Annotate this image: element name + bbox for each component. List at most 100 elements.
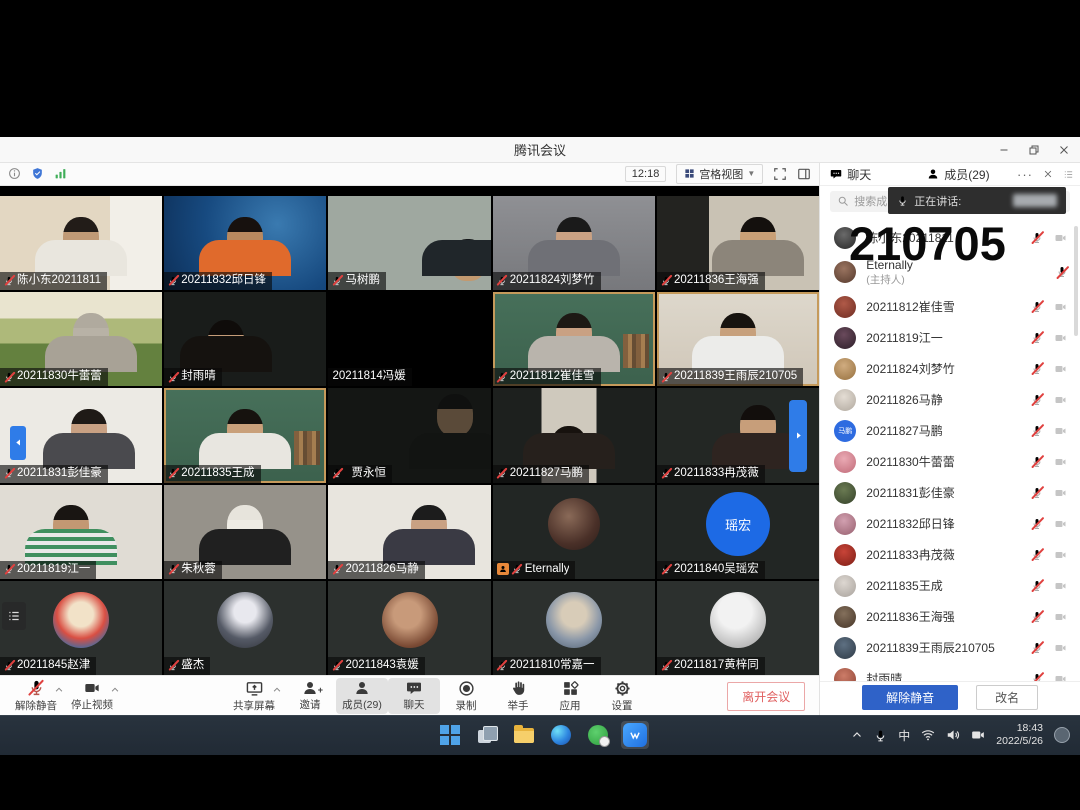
- mic-muted-icon[interactable]: [1031, 610, 1043, 624]
- video-tile-speaking[interactable]: 20211812崔佳雪: [493, 292, 655, 386]
- wechat-button[interactable]: [584, 721, 612, 749]
- camera-icon[interactable]: [1053, 456, 1068, 468]
- restore-icon[interactable]: [1028, 144, 1040, 156]
- camera-icon[interactable]: [1053, 673, 1068, 682]
- tab-chat[interactable]: 聊天: [830, 166, 871, 183]
- video-tile[interactable]: 陈小东20211811: [0, 196, 162, 290]
- video-tile[interactable]: 贾永恒: [328, 388, 490, 482]
- mic-muted-icon[interactable]: [1031, 579, 1043, 593]
- start-button[interactable]: [436, 721, 464, 749]
- member-row[interactable]: 20211824刘梦竹: [820, 353, 1080, 384]
- mic-muted-icon[interactable]: [1031, 362, 1043, 376]
- network-signal-icon[interactable]: [54, 167, 67, 180]
- tencent-meeting-app-button[interactable]: [621, 721, 649, 749]
- share-screen-button[interactable]: 共享屏幕: [228, 678, 280, 715]
- camera-icon[interactable]: [1053, 518, 1068, 530]
- video-tile[interactable]: 20211827马鹏: [493, 388, 655, 482]
- view-mode-selector[interactable]: 宫格视图 ▼: [676, 164, 763, 184]
- video-tile[interactable]: 20211817黄梓同: [657, 581, 819, 675]
- unmute-button[interactable]: 解除静音: [10, 677, 62, 715]
- camera-icon[interactable]: [1053, 232, 1068, 244]
- camera-icon[interactable]: [1053, 487, 1068, 499]
- mic-muted-icon[interactable]: [1031, 641, 1043, 655]
- mic-muted-icon[interactable]: [1031, 672, 1043, 682]
- wifi-icon[interactable]: [921, 728, 935, 742]
- member-row[interactable]: 20211832邱日锋: [820, 508, 1080, 539]
- more-options-icon[interactable]: ···: [1017, 167, 1033, 182]
- video-tile[interactable]: 20211832邱日锋: [164, 196, 326, 290]
- video-tile[interactable]: 20211819江一: [0, 485, 162, 579]
- camera-icon[interactable]: [1053, 642, 1068, 654]
- camera-icon[interactable]: [1053, 332, 1068, 344]
- mic-muted-icon[interactable]: [1031, 300, 1043, 314]
- member-row[interactable]: 封雨晴: [820, 663, 1080, 681]
- member-row[interactable]: 20211819江一: [820, 322, 1080, 353]
- chat-button[interactable]: 聊天: [388, 678, 440, 714]
- next-page-arrow[interactable]: [789, 400, 807, 472]
- scrollbar-thumb[interactable]: [1074, 226, 1078, 336]
- video-tile[interactable]: 朱秋蓉: [164, 485, 326, 579]
- member-row[interactable]: 20211812崔佳雪: [820, 291, 1080, 322]
- meeting-info-icon[interactable]: [8, 167, 21, 180]
- rename-button[interactable]: 改名: [976, 685, 1038, 710]
- unmute-all-button[interactable]: 解除静音: [862, 685, 958, 710]
- mic-muted-icon[interactable]: [1031, 331, 1043, 345]
- member-row[interactable]: 20211836王海强: [820, 601, 1080, 632]
- camera-icon[interactable]: [1053, 549, 1068, 561]
- camera-icon[interactable]: [1053, 611, 1068, 623]
- tray-camera-icon[interactable]: [971, 728, 985, 742]
- camera-icon[interactable]: [1053, 580, 1068, 592]
- mic-muted-icon[interactable]: [1031, 424, 1043, 438]
- mic-muted-icon[interactable]: [1031, 486, 1043, 500]
- close-panel-icon[interactable]: [1043, 169, 1053, 179]
- video-tile[interactable]: 20211810常嘉一: [493, 581, 655, 675]
- leave-meeting-button[interactable]: 离开会议: [727, 682, 805, 711]
- member-row[interactable]: 20211830牛蕾蕾: [820, 446, 1080, 477]
- video-tile[interactable]: 20211814冯媛: [328, 292, 490, 386]
- video-tile[interactable]: 20211830牛蕾蕾: [0, 292, 162, 386]
- mic-muted-icon[interactable]: [1031, 455, 1043, 469]
- camera-icon[interactable]: [1053, 301, 1068, 313]
- video-tile[interactable]: 20211836王海强: [657, 196, 819, 290]
- edge-browser-button[interactable]: [547, 721, 575, 749]
- apps-button[interactable]: 应用: [544, 678, 596, 715]
- mic-muted-icon[interactable]: [1056, 265, 1068, 279]
- previous-page-arrow[interactable]: [10, 426, 26, 460]
- video-tile[interactable]: 20211824刘梦竹: [493, 196, 655, 290]
- settings-button[interactable]: 设置: [596, 678, 648, 715]
- video-tile-speaking[interactable]: 20211835王成: [164, 388, 326, 482]
- camera-icon[interactable]: [1053, 394, 1068, 406]
- invite-button[interactable]: + 邀请: [284, 678, 336, 714]
- camera-icon[interactable]: [1053, 363, 1068, 375]
- mic-muted-icon[interactable]: [1031, 393, 1043, 407]
- video-tile[interactable]: 20211826马静: [328, 485, 490, 579]
- clock[interactable]: 18:43 2022/5/26: [996, 722, 1043, 748]
- video-tile-host[interactable]: Eternally: [493, 485, 655, 579]
- raise-hand-button[interactable]: 举手: [492, 678, 544, 715]
- fullscreen-icon[interactable]: [773, 167, 787, 181]
- speaker-icon[interactable]: [946, 728, 960, 742]
- members-button[interactable]: 成员(29): [336, 678, 388, 714]
- notification-badge[interactable]: [1054, 727, 1070, 743]
- member-row[interactable]: 20211833冉茂薇: [820, 539, 1080, 570]
- file-explorer-button[interactable]: [510, 721, 538, 749]
- panel-grip-icon[interactable]: [1063, 169, 1074, 180]
- security-shield-icon[interactable]: [31, 167, 44, 180]
- member-row[interactable]: 马鹏20211827马鹏: [820, 415, 1080, 446]
- mic-muted-icon[interactable]: [1031, 548, 1043, 562]
- member-row[interactable]: 20211835王成: [820, 570, 1080, 601]
- video-tile[interactable]: 瑶宏20211840吴瑶宏: [657, 485, 819, 579]
- video-tile[interactable]: 封雨晴: [164, 292, 326, 386]
- record-button[interactable]: 录制: [440, 678, 492, 715]
- ime-indicator[interactable]: 中: [898, 727, 910, 744]
- stop-video-button[interactable]: 停止视频: [66, 678, 118, 714]
- video-tile-speaking[interactable]: 20211839王雨辰210705: [657, 292, 819, 386]
- member-row[interactable]: 20211826马静: [820, 384, 1080, 415]
- member-row[interactable]: 20211831彭佳豪: [820, 477, 1080, 508]
- minimize-icon[interactable]: [998, 144, 1010, 156]
- side-panel-layout-icon[interactable]: [797, 167, 811, 181]
- tray-mic-icon[interactable]: [874, 729, 887, 742]
- tray-chevron-up-icon[interactable]: [851, 729, 863, 741]
- member-row[interactable]: 20211839王雨辰210705: [820, 632, 1080, 663]
- camera-icon[interactable]: [1053, 425, 1068, 437]
